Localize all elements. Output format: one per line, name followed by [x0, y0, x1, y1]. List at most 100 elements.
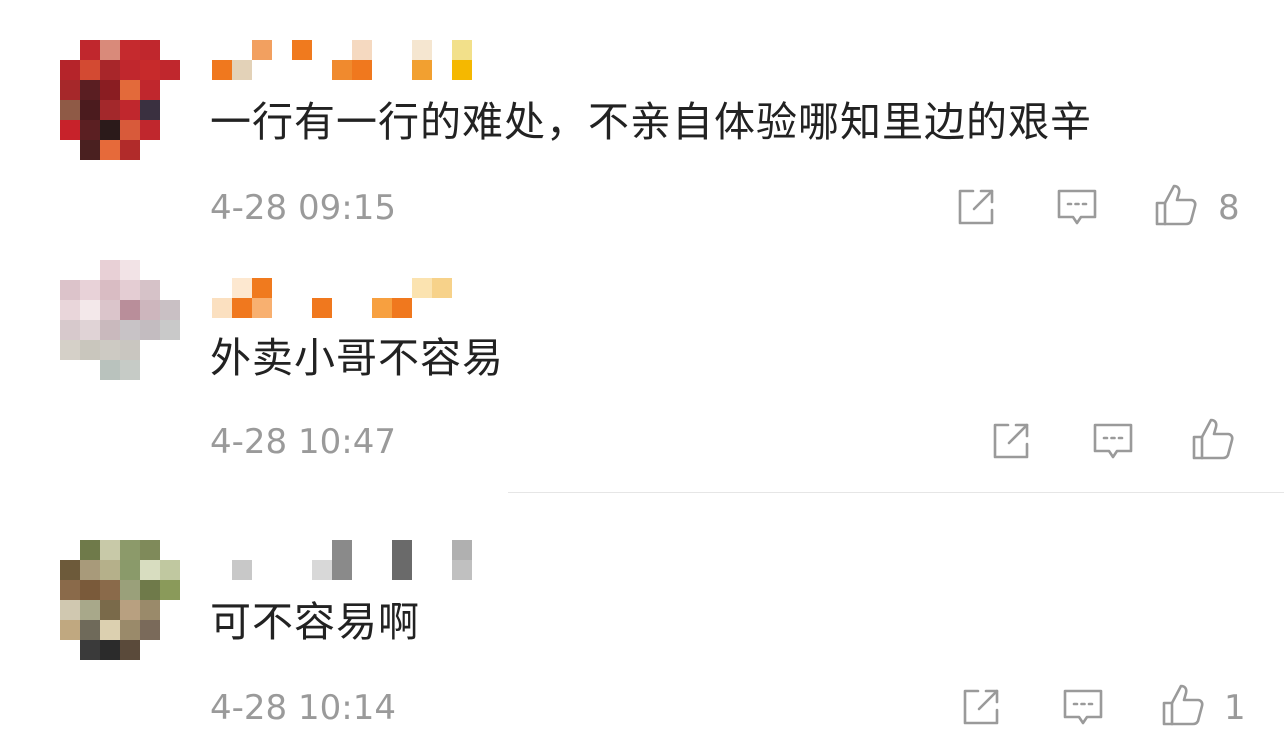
- divider: [508, 492, 1284, 493]
- share-button[interactable]: [988, 418, 1034, 464]
- avatar-pixel: [80, 600, 100, 620]
- avatar-pixel: [160, 260, 180, 280]
- avatar-pixel: [160, 280, 180, 300]
- username-pixel: [332, 298, 352, 318]
- username-pixel: [212, 560, 232, 580]
- avatar-pixel: [140, 260, 160, 280]
- avatar-pixel: [60, 300, 80, 320]
- username-pixel: [472, 298, 492, 318]
- comment-item: 可不容易啊 4-28 10:14 1: [0, 0, 1284, 728]
- avatar-pixel: [100, 260, 120, 280]
- username-pixel: [292, 278, 312, 298]
- like-button[interactable]: [1160, 682, 1206, 728]
- username-pixel: [212, 298, 232, 318]
- username-pixel: [312, 540, 332, 560]
- username-pixel: [312, 560, 332, 580]
- avatar-pixel: [140, 600, 160, 620]
- avatar-pixel: [100, 540, 120, 560]
- username-pixel: [292, 560, 312, 580]
- username-pixel: [352, 278, 372, 298]
- username-pixel: [472, 540, 492, 560]
- avatar-pixel: [80, 580, 100, 600]
- avatar-pixel: [100, 620, 120, 640]
- reply-button[interactable]: [1090, 418, 1136, 464]
- comment-text: 可不容易啊: [210, 598, 420, 646]
- avatar-pixel: [160, 320, 180, 340]
- avatar-pixel: [100, 560, 120, 580]
- username-pixel: [292, 540, 312, 560]
- avatar-pixel: [100, 600, 120, 620]
- avatar-pixel: [80, 340, 100, 360]
- share-icon: [963, 689, 999, 725]
- comment-icon: [1063, 689, 1103, 725]
- username-pixel: [392, 540, 412, 560]
- username-pixel: [312, 298, 332, 318]
- avatar-pixel: [120, 340, 140, 360]
- avatar-pixel: [120, 640, 140, 660]
- avatar-pixel: [140, 280, 160, 300]
- username-pixel: [432, 540, 452, 560]
- avatar-pixel: [140, 640, 160, 660]
- username-pixel: [272, 560, 292, 580]
- avatar-pixel: [100, 580, 120, 600]
- username-pixel: [352, 560, 372, 580]
- avatar-pixel: [120, 620, 140, 640]
- username-pixel: [272, 540, 292, 560]
- avatar-pixel: [120, 300, 140, 320]
- avatar-pixel: [60, 280, 80, 300]
- username-redacted[interactable]: [212, 278, 492, 318]
- avatar-pixel: [100, 340, 120, 360]
- username-pixel: [432, 560, 452, 580]
- username-pixel: [332, 278, 352, 298]
- comment-icon: [1093, 423, 1133, 459]
- avatar-pixel: [80, 300, 100, 320]
- username-pixel: [372, 540, 392, 560]
- username-pixel: [272, 278, 292, 298]
- username-pixel: [212, 278, 232, 298]
- username-pixel: [232, 278, 252, 298]
- share-button[interactable]: [958, 684, 1004, 730]
- username-pixel: [432, 298, 452, 318]
- username-pixel: [452, 560, 472, 580]
- username-pixel: [412, 540, 432, 560]
- like-count: 1: [1224, 688, 1246, 728]
- avatar-pixel: [80, 640, 100, 660]
- reply-button[interactable]: [1060, 684, 1106, 730]
- avatar-pixel: [100, 360, 120, 380]
- username-pixel: [252, 298, 272, 318]
- avatar-pixel: [140, 540, 160, 560]
- username-pixel: [452, 278, 472, 298]
- avatar-pixel: [80, 360, 100, 380]
- username-pixel: [372, 560, 392, 580]
- avatar-pixel: [60, 560, 80, 580]
- avatar-pixel: [80, 560, 100, 580]
- username-pixel: [332, 540, 352, 560]
- username-pixel: [412, 278, 432, 298]
- avatar-pixel: [160, 580, 180, 600]
- avatar-pixel: [60, 320, 80, 340]
- avatar-pixel: [140, 320, 160, 340]
- avatar-pixel: [120, 280, 140, 300]
- avatar-pixel: [160, 360, 180, 380]
- avatar-pixel: [60, 620, 80, 640]
- username-pixel: [392, 278, 412, 298]
- username-pixel: [232, 560, 252, 580]
- username-pixel: [272, 298, 292, 318]
- avatar[interactable]: [60, 540, 180, 660]
- avatar-pixel: [160, 560, 180, 580]
- username-pixel: [232, 298, 252, 318]
- avatar-pixel: [160, 640, 180, 660]
- username-pixel: [252, 560, 272, 580]
- avatar-pixel: [60, 600, 80, 620]
- avatar[interactable]: [60, 260, 180, 380]
- like-button[interactable]: [1190, 416, 1236, 462]
- username-pixel: [212, 540, 232, 560]
- username-pixel: [452, 540, 472, 560]
- avatar-pixel: [80, 320, 100, 340]
- username-redacted[interactable]: [212, 540, 492, 580]
- avatar-pixel: [80, 260, 100, 280]
- username-pixel: [392, 298, 412, 318]
- username-pixel: [472, 560, 492, 580]
- avatar-pixel: [140, 620, 160, 640]
- avatar-pixel: [120, 540, 140, 560]
